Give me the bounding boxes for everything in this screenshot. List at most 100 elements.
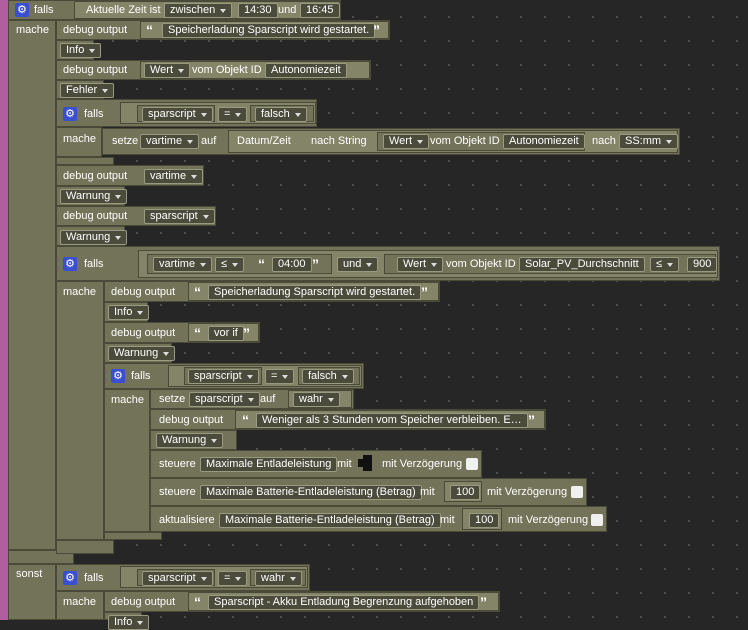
variable-dropdown[interactable]: sparscript [142,107,213,122]
quote-close-icon: ” [312,256,319,272]
number-field[interactable]: 100 [469,513,500,528]
object-id-field[interactable]: Autonomiezeit [503,134,585,149]
operator-dropdown[interactable]: = [218,571,248,586]
delay-checkbox[interactable] [571,486,583,498]
gear-icon[interactable]: ⚙ [15,3,29,17]
mit-label: mit [420,486,435,498]
log-level-dropdown[interactable]: Warnung [60,230,128,245]
steuere-label: steuere [159,486,196,498]
log-level-dropdown[interactable]: Warnung [156,433,224,448]
sonst-label: sonst [16,568,43,580]
falls-label: falls [84,572,104,584]
falls-label: falls [34,4,54,16]
delay-checkbox[interactable] [466,458,478,470]
quote-close-icon: ” [421,284,428,300]
object-id-field[interactable]: Autonomiezeit [265,63,347,78]
wert-dropdown[interactable]: Wert [383,134,430,149]
time-to-field[interactable]: 16:45 [300,3,340,18]
gear-icon[interactable]: ⚙ [63,107,77,121]
log-level-dropdown[interactable]: Warnung [60,189,128,204]
boolean-dropdown[interactable]: falsch [302,369,354,384]
falls-label: falls [131,370,151,382]
boolean-dropdown[interactable]: wahr [293,392,340,407]
wert-dropdown[interactable]: Wert [144,63,191,78]
debug-text-field[interactable]: Speicherladung Sparscript wird gestartet… [208,285,422,300]
setze-label: setze [159,393,186,405]
operator-dropdown[interactable]: = [265,369,295,384]
gear-icon[interactable]: ⚙ [63,571,77,585]
number-field[interactable]: 900 [687,257,718,272]
debug-output-label: debug output [111,327,176,339]
gear-icon[interactable]: ⚙ [63,257,77,271]
setze-label: setze [112,135,139,147]
toggle-value-icon[interactable] [358,455,372,471]
log-level-dropdown[interactable]: Info [60,43,102,58]
variable-dropdown[interactable]: vartime [144,169,204,184]
state-target-field[interactable]: Maximale Batterie-Entladeleistung (Betra… [200,485,422,500]
object-id-label: vom Objekt ID [192,64,262,76]
boolean-dropdown[interactable]: wahr [255,571,302,586]
nach-label: nach [592,135,616,147]
workspace-scroll-edge [0,0,8,620]
logic-dropdown[interactable]: und [337,257,379,272]
variable-dropdown[interactable]: vartime [140,134,200,149]
und-label: und [278,4,297,16]
debug-output-label: debug output [111,596,176,608]
variable-dropdown[interactable]: sparscript [188,369,259,384]
log-level-dropdown[interactable]: Info [108,305,150,320]
state-target-field[interactable]: Maximale Batterie-Entladeleistung (Betra… [219,513,441,528]
boolean-dropdown[interactable]: falsch [255,107,307,122]
mit-verzoegerung-label: mit Verzögerung [508,514,589,526]
variable-dropdown[interactable]: sparscript [189,392,260,407]
operator-dropdown[interactable]: = [218,107,248,122]
auf-label: auf [260,393,276,405]
quote-close-icon: ” [243,325,250,341]
mache-label: mache [111,394,145,406]
time-mode-dropdown[interactable]: zwischen [164,3,233,18]
mache-label: mache [16,24,50,36]
debug-text-field[interactable]: Weniger als 3 Stunden vom Speicher verbl… [256,413,528,428]
number-field[interactable]: 100 [450,485,481,500]
quote-open-icon: “ [194,594,201,610]
auf-label: auf [201,135,217,147]
mache-label: mache [63,286,97,298]
quote-close-icon: ” [528,412,535,428]
gear-icon[interactable]: ⚙ [111,369,125,383]
quote-open-icon: “ [242,412,249,428]
object-id-field[interactable]: Solar_PV_Durchschnitt [519,257,645,272]
steuere-label: steuere [159,458,196,470]
object-id-label: vom Objekt ID [430,135,500,147]
variable-dropdown[interactable]: sparscript [142,571,213,586]
state-target-field[interactable]: Maximale Entladeleistung [200,457,338,472]
debug-text-field[interactable]: Speicherladung Sparscript wird gestartet… [162,23,376,38]
falls-label: falls [84,108,104,120]
quote-open-icon: “ [146,22,153,38]
mit-verzoegerung-label: mit Verzögerung [487,486,568,498]
mit-label: mit [440,514,455,526]
mache-label: mache [63,133,97,145]
wert-dropdown[interactable]: Wert [397,257,444,272]
variable-dropdown[interactable]: sparscript [144,209,215,224]
object-id-label: vom Objekt ID [446,258,516,270]
datum-zeit-label: Datum/Zeit [237,135,291,147]
log-level-dropdown[interactable]: Warnung [108,346,176,361]
debug-output-label: debug output [63,170,128,182]
quote-close-icon: ” [480,594,487,610]
time-condition-label: Aktuelle Zeit ist [86,4,161,16]
delay-checkbox[interactable] [591,514,603,526]
falls-label: falls [84,258,104,270]
debug-output-label: debug output [159,414,224,426]
log-level-dropdown[interactable]: Fehler [60,83,115,98]
time-text-field[interactable]: 04:00 [272,257,312,272]
operator-dropdown[interactable]: ≤ [650,257,680,272]
time-from-field[interactable]: 14:30 [238,3,278,18]
format-dropdown[interactable]: SS:mm [619,134,679,149]
debug-output-label: debug output [63,210,128,222]
log-level-dropdown[interactable]: Info [108,615,150,630]
variable-dropdown[interactable]: vartime [153,257,213,272]
mit-label: mit [337,458,352,470]
debug-text-field[interactable]: vor if [208,326,244,341]
operator-dropdown[interactable]: ≤ [215,257,245,272]
nach-string-label: nach String [311,135,367,147]
debug-text-field[interactable]: Sparscript - Akku Entladung Begrenzung a… [208,595,480,610]
